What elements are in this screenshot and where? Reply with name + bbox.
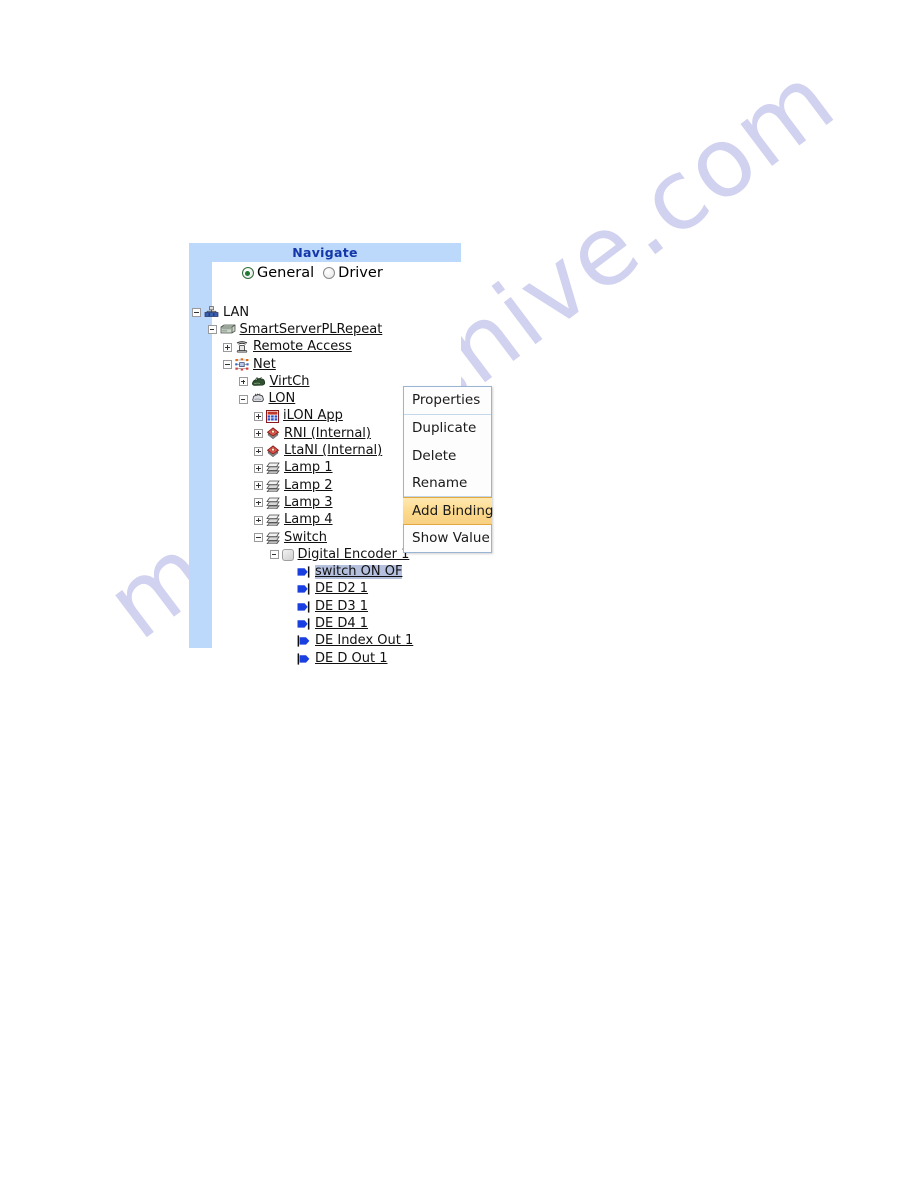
tree-node-label[interactable]: DE D4 1 [315, 617, 368, 631]
lamp-device-icon [266, 462, 280, 475]
collapse-toggle-icon[interactable] [192, 308, 201, 318]
tree-node-label[interactable]: LtaNI (Internal) [284, 444, 382, 458]
tree-node-label[interactable]: LON [269, 392, 296, 406]
lamp-device-icon [266, 480, 280, 493]
collapse-toggle-icon[interactable] [223, 360, 232, 370]
context-menu[interactable]: Properties Duplicate Delete Rename Add Bindi… [403, 386, 493, 553]
tree-node[interactable]: DE D4 1 [189, 615, 461, 632]
nv-input-icon [297, 566, 311, 578]
collapse-toggle-icon[interactable] [254, 533, 263, 542]
collapse-toggle-icon[interactable] [269, 550, 279, 560]
tree-node[interactable]: DE D3 1 [189, 598, 461, 615]
lon-channel-icon [251, 393, 265, 405]
context-menu-item[interactable]: Delete [404, 442, 491, 470]
tree-node-label[interactable]: Lamp 1 [284, 461, 333, 475]
tree-node-label[interactable]: SmartServerPLRepeat [240, 323, 383, 337]
expand-toggle-icon[interactable] [223, 342, 232, 352]
tree-node-label[interactable]: DE D2 1 [315, 582, 368, 596]
tree-node[interactable]: SmartServerPLRepeat [189, 321, 461, 338]
virtual-channel-icon [251, 376, 266, 388]
lan-icon [204, 306, 219, 319]
radio-label-general: General [257, 265, 315, 281]
tree-node[interactable]: switch ON OF [189, 563, 461, 580]
collapse-toggle-icon[interactable] [238, 394, 248, 404]
ltani-device-icon [266, 444, 280, 458]
radio-selected-icon[interactable] [242, 267, 254, 280]
radio-label-driver: Driver [338, 265, 383, 281]
ilon-app-icon [266, 409, 279, 423]
expand-toggle-icon[interactable] [254, 481, 263, 491]
tree-node-label[interactable]: DE Index Out 1 [315, 634, 413, 648]
tree-node-label[interactable]: Lamp 2 [284, 479, 333, 493]
context-menu-item[interactable]: Duplicate [404, 415, 491, 443]
nv-input-icon [297, 618, 311, 630]
tree-node[interactable]: DE D2 1 [189, 581, 461, 598]
context-menu-item[interactable]: Rename [404, 470, 491, 497]
server-icon [220, 324, 236, 335]
tree-node-label[interactable]: Switch [284, 531, 327, 545]
remote-access-icon [235, 341, 249, 353]
functional-block-icon [281, 548, 294, 561]
tree-node[interactable]: Remote Access [189, 339, 461, 356]
expand-toggle-icon[interactable] [238, 377, 248, 387]
radio-option-driver[interactable]: Driver [323, 266, 383, 281]
tree-node-label[interactable]: DE D3 1 [315, 600, 368, 614]
panel-title: Navigate [189, 243, 461, 262]
tree-node-label[interactable]: Digital Encoder 1 [298, 548, 410, 562]
context-menu-item[interactable]: Add Binding [403, 497, 493, 525]
expand-toggle-icon[interactable] [254, 463, 263, 473]
lamp-device-icon [266, 497, 280, 510]
tree-node-label[interactable]: Remote Access [253, 340, 352, 354]
nv-input-icon [297, 583, 311, 595]
expand-toggle-icon[interactable] [254, 446, 263, 456]
radio-unselected-icon[interactable] [323, 267, 336, 280]
rni-device-icon [266, 427, 280, 440]
tree-node-label[interactable]: DE D Out 1 [315, 652, 387, 666]
tree-node[interactable]: LAN [189, 304, 461, 321]
expand-toggle-icon[interactable] [254, 498, 263, 508]
nv-output-icon [297, 652, 311, 665]
nv-input-icon [297, 601, 311, 613]
lamp-device-icon [266, 514, 280, 527]
expand-toggle-icon[interactable] [254, 411, 263, 421]
tree-node-label[interactable]: iLON App [283, 409, 343, 423]
context-menu-item[interactable]: Show Value [404, 525, 491, 553]
radio-option-general[interactable]: General [242, 266, 314, 281]
tree-node[interactable]: Net [189, 356, 461, 373]
network-icon [235, 358, 249, 371]
nv-output-icon [297, 635, 311, 647]
tree-node[interactable]: DE D Out 1 [189, 650, 461, 667]
expand-toggle-icon[interactable] [254, 515, 263, 525]
expand-toggle-icon[interactable] [254, 429, 263, 439]
tree-node-label[interactable]: Net [253, 358, 276, 372]
tree-node-label[interactable]: Lamp 4 [284, 513, 333, 527]
mode-radio-group: General Driver [242, 266, 383, 281]
collapse-toggle-icon[interactable] [207, 325, 217, 335]
tree-node-label[interactable]: LAN [223, 306, 249, 320]
tree-node-label[interactable]: switch ON OF [315, 565, 403, 580]
tree-node-label[interactable]: Lamp 3 [284, 496, 333, 510]
tree-node-label[interactable]: VirtCh [270, 375, 310, 389]
tree-node[interactable]: DE Index Out 1 [189, 633, 461, 650]
context-menu-item[interactable]: Properties [404, 387, 491, 415]
tree-node-label[interactable]: RNI (Internal) [284, 427, 371, 441]
document-page: manualshive.com Navigate General Driver [0, 0, 918, 1188]
switch-device-icon [266, 532, 280, 544]
